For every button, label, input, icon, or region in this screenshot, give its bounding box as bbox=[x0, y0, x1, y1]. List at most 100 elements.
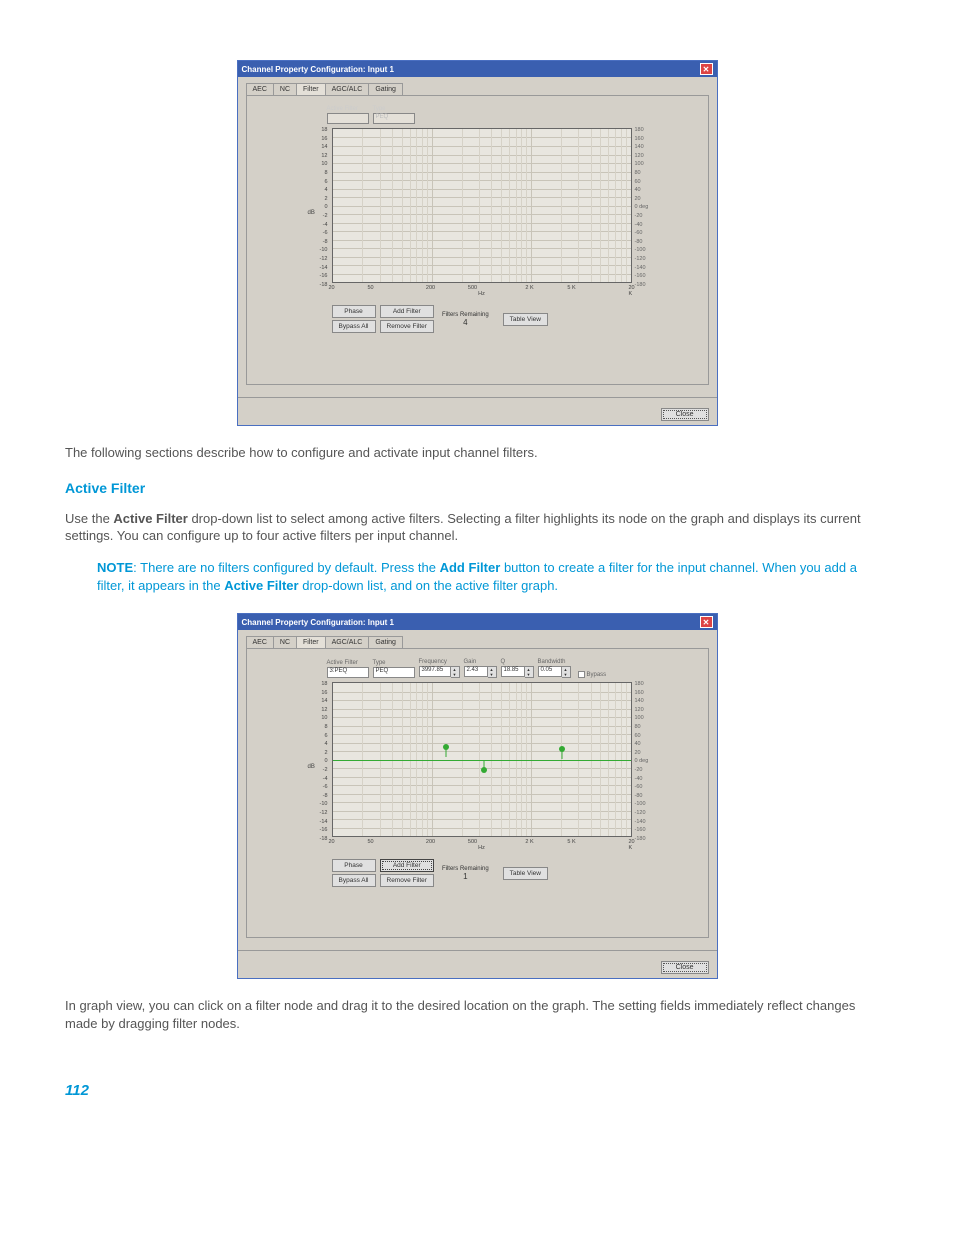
gain-spinner[interactable]: 2.43▲▼ bbox=[464, 666, 497, 678]
type-label: Type bbox=[373, 660, 415, 666]
tab-aec[interactable]: AEC bbox=[246, 83, 274, 95]
y-axis-left-ticks: 181614121086420-2-4-6-8-10-12-14-16-18 bbox=[314, 126, 328, 289]
filter-controls-row: Active Filter 3:PEQ Type PEQ Frequency 3… bbox=[327, 659, 698, 678]
type-dropdown[interactable]: PEQ bbox=[373, 667, 415, 678]
active-filter-heading: Active Filter bbox=[65, 480, 889, 496]
active-filter-bold: Active Filter bbox=[113, 511, 187, 526]
bandwidth-label: Bandwidth bbox=[538, 659, 571, 665]
active-filter-col: Active Filter 3:PEQ bbox=[327, 660, 369, 678]
filters-remaining-count: 1 bbox=[442, 872, 489, 881]
filters-remaining: Filters Remaining 1 bbox=[438, 866, 493, 881]
tab-nc[interactable]: NC bbox=[273, 83, 297, 95]
channel-property-dialog-2: Channel Property Configuration: Input 1 … bbox=[237, 613, 718, 979]
active-filter-label: Active Filter bbox=[327, 106, 369, 112]
type-dropdown[interactable]: PEQ bbox=[373, 113, 415, 124]
bandwidth-col: Bandwidth 0.05▲▼ bbox=[538, 659, 571, 678]
filter-node[interactable] bbox=[443, 744, 449, 750]
tab-strip: AEC NC Filter AGC/ALC Gating bbox=[246, 636, 709, 648]
bypass-all-button[interactable]: Bypass All bbox=[332, 874, 376, 887]
tab-filter[interactable]: Filter bbox=[296, 83, 326, 95]
filter-node[interactable] bbox=[559, 746, 565, 752]
tab-nc[interactable]: NC bbox=[273, 636, 297, 648]
add-filter-bold: Add Filter bbox=[440, 560, 501, 575]
active-filter-dropdown[interactable] bbox=[327, 113, 369, 124]
tab-filter[interactable]: Filter bbox=[296, 636, 326, 648]
filter-node[interactable] bbox=[481, 767, 487, 773]
filter-tab-panel: Active Filter Type PEQ dB 18161412108642… bbox=[246, 95, 709, 385]
dialog-title: Channel Property Configuration: Input 1 bbox=[242, 65, 394, 74]
frequency-col: Frequency 3997.85▲▼ bbox=[419, 659, 460, 678]
q-label: Q bbox=[501, 659, 534, 665]
dialog-body: AEC NC Filter AGC/ALC Gating Active Filt… bbox=[238, 77, 717, 397]
filters-remaining: Filters Remaining 4 bbox=[438, 312, 493, 327]
intro-paragraph: The following sections describe how to c… bbox=[65, 444, 889, 462]
active-filter-bold-2: Active Filter bbox=[224, 578, 298, 593]
active-filter-label: Active Filter bbox=[327, 660, 369, 666]
filter-bottom-controls: Phase Bypass All Add Filter Remove Filte… bbox=[332, 859, 698, 887]
tab-gating[interactable]: Gating bbox=[368, 636, 403, 648]
tab-agcalc[interactable]: AGC/ALC bbox=[325, 636, 370, 648]
remove-filter-button[interactable]: Remove Filter bbox=[380, 320, 434, 333]
chart-grid[interactable] bbox=[332, 682, 632, 837]
close-button[interactable]: Close bbox=[661, 408, 709, 421]
down-arrow-icon: ▼ bbox=[525, 672, 533, 677]
type-col: Type PEQ bbox=[373, 660, 415, 678]
phase-button[interactable]: Phase bbox=[332, 305, 376, 318]
dialog-footer: Close bbox=[238, 950, 717, 978]
frequency-spinner[interactable]: 3997.85▲▼ bbox=[419, 666, 460, 678]
dialog-title: Channel Property Configuration: Input 1 bbox=[242, 618, 394, 627]
remove-filter-button[interactable]: Remove Filter bbox=[380, 874, 434, 887]
type-label: Type bbox=[373, 106, 415, 112]
bypass-all-button[interactable]: Bypass All bbox=[332, 320, 376, 333]
add-filter-button[interactable]: Add Filter bbox=[380, 305, 434, 318]
gain-label: Gain bbox=[464, 659, 497, 665]
bypass-checkbox[interactable]: Bypass bbox=[578, 671, 607, 678]
y-axis-right-ticks: 180160140120100806040200 deg-20-40-60-80… bbox=[635, 126, 649, 289]
checkbox-icon[interactable] bbox=[578, 671, 585, 678]
down-arrow-icon: ▼ bbox=[562, 672, 570, 677]
filter-tab-panel: Active Filter 3:PEQ Type PEQ Frequency 3… bbox=[246, 648, 709, 938]
q-col: Q 18.85▲▼ bbox=[501, 659, 534, 678]
channel-property-dialog-1: Channel Property Configuration: Input 1 … bbox=[237, 60, 718, 426]
tab-aec[interactable]: AEC bbox=[246, 636, 274, 648]
frequency-label: Frequency bbox=[419, 659, 460, 665]
close-button[interactable]: Close bbox=[661, 961, 709, 974]
filter-chart[interactable]: dB 181614121086420-2-4-6-8-10-12-14-16-1… bbox=[312, 128, 652, 297]
dialog-titlebar[interactable]: Channel Property Configuration: Input 1 … bbox=[238, 61, 717, 77]
page-number: 112 bbox=[65, 1082, 889, 1099]
filters-remaining-count: 4 bbox=[442, 318, 489, 327]
phase-button[interactable]: Phase bbox=[332, 859, 376, 872]
table-view-button[interactable]: Table View bbox=[503, 313, 548, 326]
add-filter-button[interactable]: Add Filter bbox=[380, 859, 434, 872]
filters-remaining-label: Filters Remaining bbox=[442, 312, 489, 318]
filter-controls-row: Active Filter Type PEQ bbox=[327, 106, 698, 124]
gain-col: Gain 2.43▲▼ bbox=[464, 659, 497, 678]
dialog-body: AEC NC Filter AGC/ALC Gating Active Filt… bbox=[238, 630, 717, 950]
bypass-label: Bypass bbox=[587, 672, 607, 678]
y-axis-left-ticks: 181614121086420-2-4-6-8-10-12-14-16-18 bbox=[314, 680, 328, 843]
chart-grid[interactable] bbox=[332, 128, 632, 283]
close-icon[interactable]: ✕ bbox=[700, 616, 713, 628]
down-arrow-icon: ▼ bbox=[488, 672, 496, 677]
active-filter-dropdown[interactable]: 3:PEQ bbox=[327, 667, 369, 678]
active-filter-paragraph: Use the Active Filter drop-down list to … bbox=[65, 510, 889, 545]
type-col: Type PEQ bbox=[373, 106, 415, 124]
tab-gating[interactable]: Gating bbox=[368, 83, 403, 95]
table-view-button[interactable]: Table View bbox=[503, 867, 548, 880]
tab-strip: AEC NC Filter AGC/ALC Gating bbox=[246, 83, 709, 95]
filter-bottom-controls: Phase Bypass All Add Filter Remove Filte… bbox=[332, 305, 698, 333]
close-icon[interactable]: ✕ bbox=[700, 63, 713, 75]
hz-axis-label: Hz bbox=[332, 291, 632, 297]
dialog-titlebar[interactable]: Channel Property Configuration: Input 1 … bbox=[238, 614, 717, 630]
note-label: NOTE bbox=[97, 560, 133, 575]
y-axis-right-ticks: 180160140120100806040200 deg-20-40-60-80… bbox=[635, 680, 649, 843]
filter-response-line bbox=[333, 760, 631, 761]
down-arrow-icon: ▼ bbox=[451, 672, 459, 677]
tab-agcalc[interactable]: AGC/ALC bbox=[325, 83, 370, 95]
filter-chart[interactable]: dB 181614121086420-2-4-6-8-10-12-14-16-1… bbox=[312, 682, 652, 851]
active-filter-col: Active Filter bbox=[327, 106, 369, 124]
graph-view-paragraph: In graph view, you can click on a filter… bbox=[65, 997, 889, 1032]
dialog-footer: Close bbox=[238, 397, 717, 425]
q-spinner[interactable]: 18.85▲▼ bbox=[501, 666, 534, 678]
bandwidth-spinner[interactable]: 0.05▲▼ bbox=[538, 666, 571, 678]
